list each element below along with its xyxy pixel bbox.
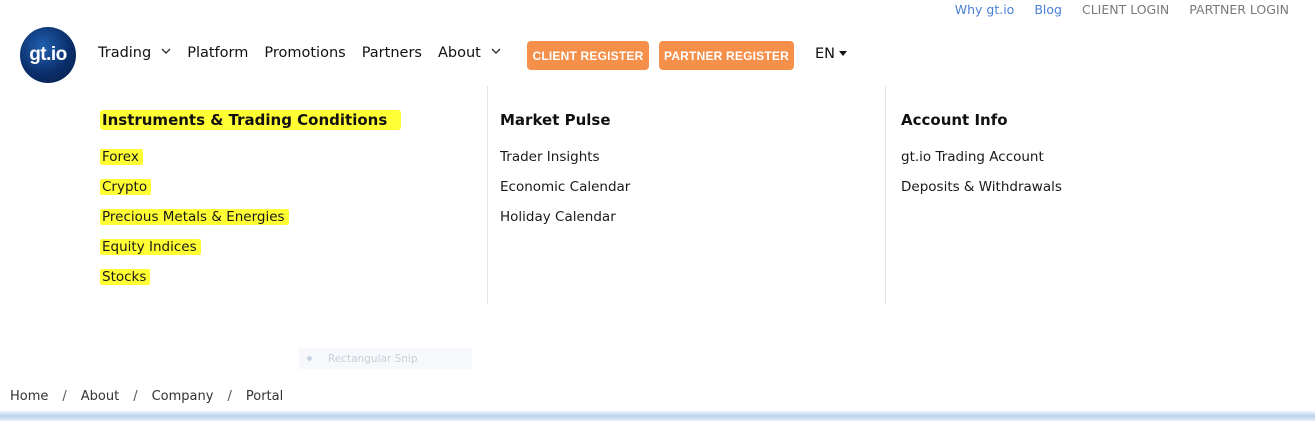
market-pulse-list: Trader Insights Economic Calendar Holida… [500, 148, 630, 226]
chevron-down-icon [491, 47, 501, 58]
partner-register-button[interactable]: PARTNER REGISTER [659, 41, 794, 70]
instruments-list: Forex Crypto Precious Metals & Energies … [100, 148, 401, 286]
gtio-logo[interactable]: gt.io [20, 27, 76, 83]
snip-label: Rectangular Snip [328, 352, 418, 365]
breadcrumb-separator: / [133, 389, 138, 404]
account-info-list: gt.io Trading Account Deposits & Withdra… [901, 148, 1062, 196]
language-label: EN [815, 46, 836, 62]
partner-login-link[interactable]: PARTNER LOGIN [1189, 2, 1289, 18]
menu-link-economic-calendar[interactable]: Economic Calendar [500, 178, 630, 196]
caret-down-icon [839, 49, 848, 59]
breadcrumb-portal: Portal [245, 389, 284, 404]
menu-link-equity-indices[interactable]: Equity Indices [100, 239, 201, 255]
menu-link-deposits-withdrawals[interactable]: Deposits & Withdrawals [901, 178, 1062, 196]
menu-link-precious-metals[interactable]: Precious Metals & Energies [100, 209, 289, 225]
nav-trading[interactable]: Trading [98, 45, 171, 61]
nav-trading-label: Trading [98, 45, 152, 61]
why-gtio-link[interactable]: Why gt.io [955, 2, 1015, 18]
rectangular-snip-tooltip: Rectangular Snip [299, 348, 472, 369]
snip-icon [307, 356, 312, 361]
breadcrumb-separator: / [227, 389, 232, 404]
nav-platform[interactable]: Platform [187, 45, 248, 61]
menu-column-account-info: Account Info gt.io Trading Account Depos… [901, 110, 1062, 208]
nav-partners[interactable]: Partners [362, 45, 422, 61]
page-bottom-band [0, 410, 1315, 421]
menu-link-trading-account[interactable]: gt.io Trading Account [901, 148, 1062, 166]
breadcrumb-separator: / [62, 389, 67, 404]
client-register-button[interactable]: CLIENT REGISTER [527, 41, 649, 70]
menu-heading-account-info: Account Info [901, 111, 1008, 129]
menu-column-market-pulse: Market Pulse Trader Insights Economic Ca… [500, 110, 630, 238]
breadcrumb-company[interactable]: Company [152, 389, 214, 404]
chevron-down-icon [161, 47, 171, 58]
menu-link-forex[interactable]: Forex [100, 149, 143, 165]
nav-about[interactable]: About [438, 45, 501, 61]
menu-heading-market-pulse: Market Pulse [500, 111, 611, 129]
logo-text: gt.io [29, 44, 67, 65]
menu-link-holiday-calendar[interactable]: Holiday Calendar [500, 208, 630, 226]
breadcrumb-home[interactable]: Home [10, 389, 48, 404]
menu-column-divider [487, 86, 488, 304]
nav-promotions[interactable]: Promotions [264, 45, 345, 61]
menu-column-divider [885, 86, 886, 304]
nav-platform-label: Platform [187, 45, 249, 61]
top-utility-links: Why gt.io Blog CLIENT LOGIN PARTNER LOGI… [935, 2, 1289, 18]
main-nav: Trading Platform Promotions Partners Abo… [98, 45, 517, 61]
nav-partners-label: Partners [361, 45, 422, 61]
nav-about-label: About [437, 45, 481, 61]
menu-heading-instruments: Instruments & Trading Conditions [100, 110, 402, 130]
menu-link-stocks[interactable]: Stocks [100, 269, 151, 285]
client-login-link[interactable]: CLIENT LOGIN [1082, 2, 1169, 18]
menu-link-crypto[interactable]: Crypto [100, 179, 152, 195]
menu-link-trader-insights[interactable]: Trader Insights [500, 148, 630, 166]
menu-column-instruments: Instruments & Trading Conditions Forex C… [100, 110, 402, 298]
blog-link[interactable]: Blog [1034, 2, 1062, 18]
nav-promotions-label: Promotions [264, 45, 346, 61]
language-selector[interactable]: EN [815, 46, 848, 62]
breadcrumb: Home / About / Company / Portal [10, 389, 283, 404]
breadcrumb-about[interactable]: About [81, 389, 119, 404]
